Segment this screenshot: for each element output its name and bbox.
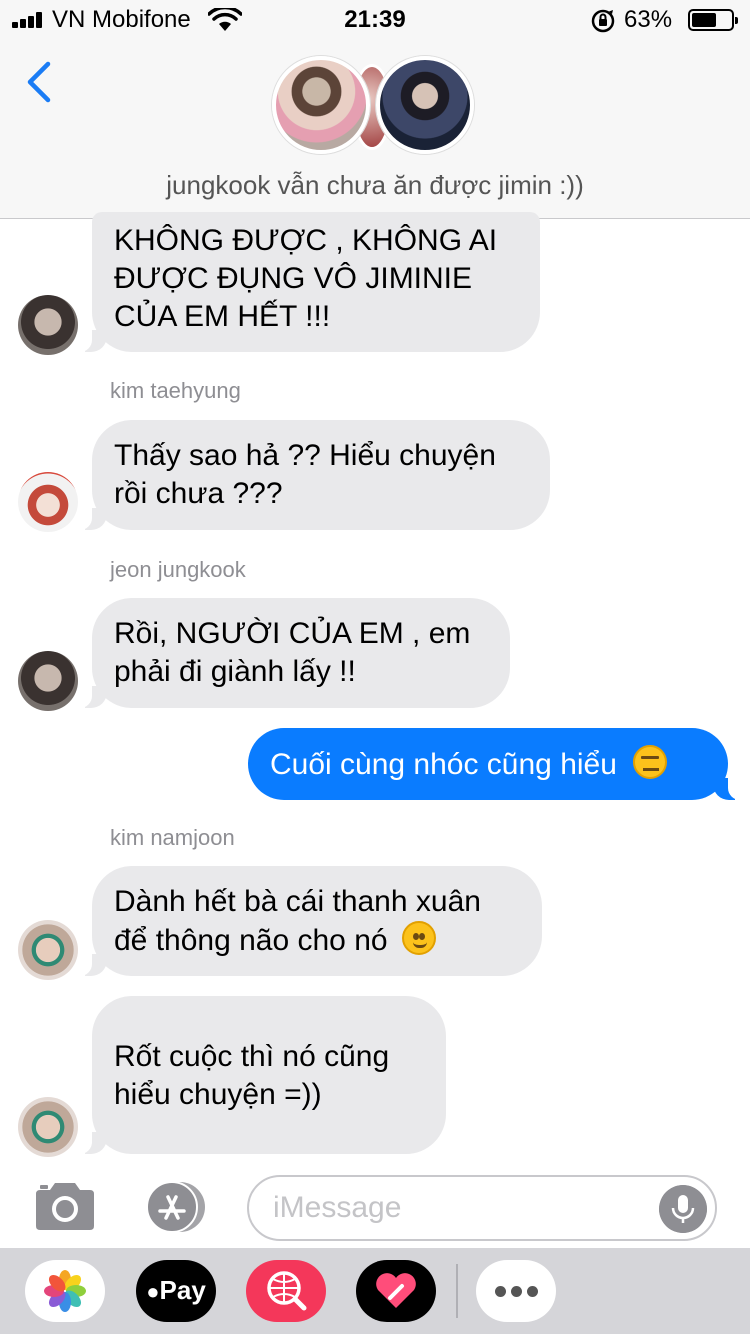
message-bubble[interactable]: KHÔNG ĐƯỢC , KHÔNG AI ĐƯỢC ĐỤNG VÔ JIMIN… bbox=[75, 212, 540, 352]
sender-name: kim taehyung bbox=[110, 378, 241, 403]
group-avatar-right bbox=[376, 56, 474, 154]
message-line: hiểu chuyện =)) bbox=[114, 1078, 322, 1111]
avatar[interactable] bbox=[18, 651, 78, 711]
group-name[interactable]: jungkook vẫn chưa ăn được jimin :)) bbox=[0, 170, 750, 201]
camera-button[interactable] bbox=[32, 1180, 98, 1232]
apple-logo-icon: ● bbox=[146, 1279, 160, 1304]
avatar[interactable] bbox=[18, 920, 78, 980]
conversation-header: VN Mobifone 21:39 63% jungkook vẫn chưa … bbox=[0, 0, 750, 219]
message-line: Rồi, NGƯỜI CỦA EM , em bbox=[114, 617, 471, 650]
expressionless-face-icon bbox=[633, 745, 668, 779]
message-bubble[interactable]: Rốt cuộc thì nó cũng hiểu chuyện =)) bbox=[75, 996, 446, 1154]
apple-pay-label: ●Pay bbox=[146, 1275, 206, 1305]
photos-app-icon[interactable] bbox=[25, 1260, 105, 1322]
message-bubble[interactable]: Thấy sao hả ?? Hiểu chuyện rồi chưa ??? bbox=[75, 420, 550, 530]
message-line: Thấy sao hả ?? Hiểu chuyện bbox=[114, 439, 496, 472]
rotation-lock-icon bbox=[591, 9, 615, 33]
app-drawer: ●Pay bbox=[0, 1248, 750, 1334]
message-line: CỦA EM HẾT !!! bbox=[114, 300, 331, 333]
imessage-input-container[interactable] bbox=[247, 1175, 717, 1241]
slightly-smiling-face-icon bbox=[401, 921, 436, 955]
group-avatars[interactable] bbox=[272, 56, 482, 160]
battery-icon bbox=[688, 9, 738, 31]
battery-percentage: 63% bbox=[624, 6, 673, 33]
message-line: rồi chưa ??? bbox=[114, 477, 283, 510]
sender-name: jeon jungkook bbox=[110, 557, 246, 582]
avatar[interactable] bbox=[18, 472, 78, 532]
status-bar: VN Mobifone 21:39 63% bbox=[0, 0, 750, 40]
drawer-divider bbox=[456, 1264, 458, 1318]
group-avatar-left bbox=[272, 56, 370, 154]
sender-name: kim namjoon bbox=[110, 825, 235, 850]
outgoing-message-bubble[interactable]: Cuối cùng nhóc cũng hiểu bbox=[248, 728, 745, 800]
apple-pay-icon[interactable]: ●Pay bbox=[136, 1260, 216, 1322]
photos-flower-icon bbox=[44, 1270, 86, 1312]
message-line: Dành hết bà cái thanh xuân bbox=[114, 885, 481, 918]
message-line: để thông não cho nó bbox=[114, 921, 520, 960]
search-images-icon[interactable] bbox=[246, 1260, 326, 1322]
avatar[interactable] bbox=[18, 1097, 78, 1157]
back-button[interactable] bbox=[22, 60, 58, 104]
message-line: ĐƯỢC ĐỤNG VÔ JIMINIE bbox=[114, 262, 473, 295]
message-line: Rốt cuộc thì nó cũng bbox=[114, 1040, 390, 1073]
message-line: phải đi giành lấy !! bbox=[114, 655, 356, 688]
app-store-button[interactable] bbox=[140, 1180, 212, 1234]
message-line: Cuối cùng nhóc cũng hiểu bbox=[270, 745, 706, 784]
globe-search-icon bbox=[267, 1271, 307, 1311]
avatar[interactable] bbox=[18, 295, 78, 355]
digital-touch-icon[interactable] bbox=[356, 1260, 436, 1322]
message-line: KHÔNG ĐƯỢC , KHÔNG AI bbox=[114, 224, 498, 257]
more-icon[interactable] bbox=[476, 1260, 556, 1322]
message-bubble[interactable]: Dành hết bà cái thanh xuân để thông não … bbox=[75, 866, 542, 976]
imessage-input[interactable] bbox=[273, 1185, 643, 1231]
heart-icon bbox=[376, 1273, 416, 1308]
microphone-icon[interactable] bbox=[659, 1185, 707, 1233]
message-bubble[interactable]: Rồi, NGƯỜI CỦA EM , em phải đi giành lấy… bbox=[75, 598, 510, 708]
